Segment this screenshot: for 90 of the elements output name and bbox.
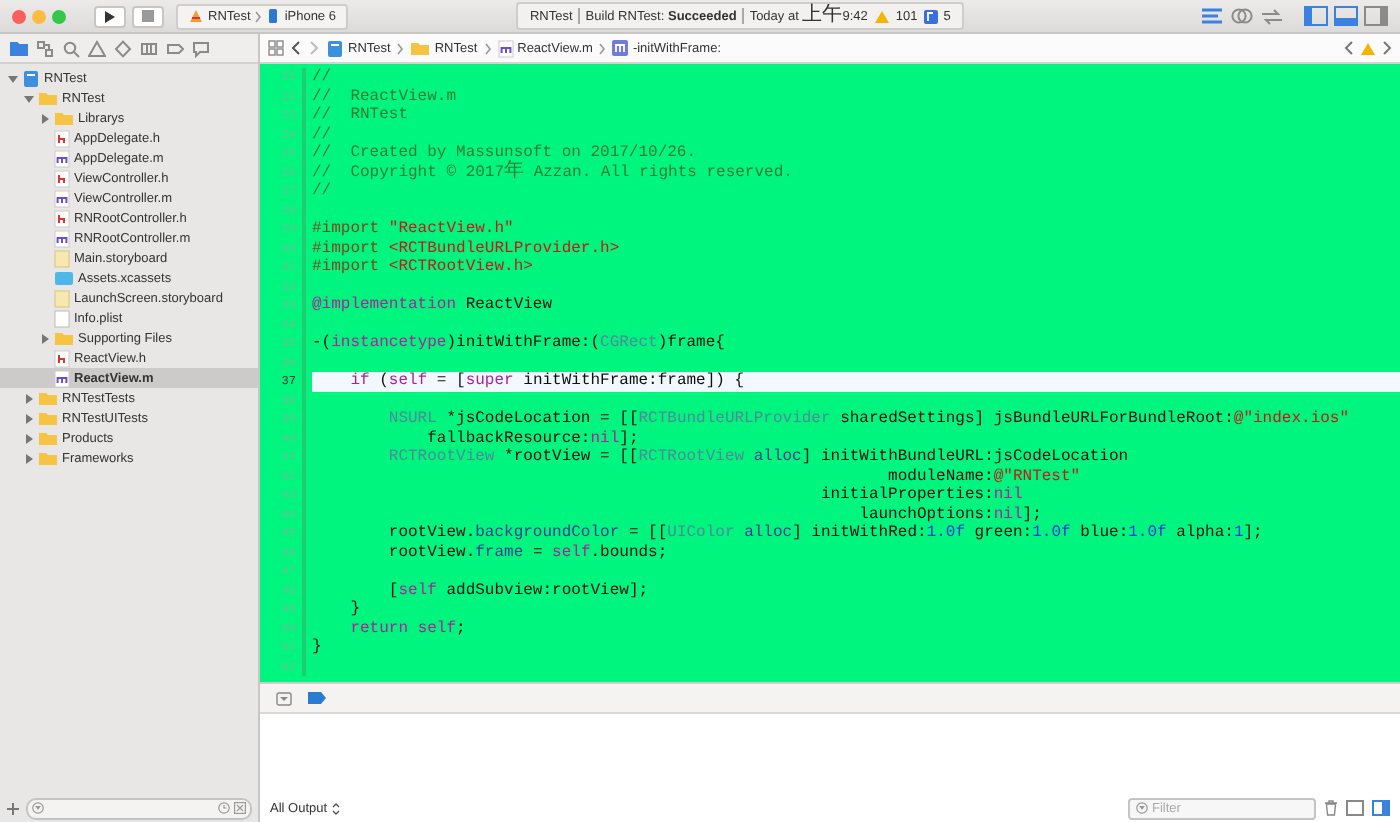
code-line: //: [312, 68, 334, 87]
chevron-right-icon: [254, 9, 263, 23]
next-issue-icon[interactable]: [1382, 40, 1392, 56]
clock-icon[interactable]: [218, 802, 230, 814]
trash-icon[interactable]: [1324, 800, 1338, 816]
code-line: // RNTest: [312, 106, 411, 125]
disclosure-triangle-icon[interactable]: [39, 113, 49, 123]
speech-bubble-icon[interactable]: [192, 39, 210, 57]
search-icon[interactable]: [62, 39, 80, 57]
warning-icon[interactable]: [1360, 41, 1376, 55]
code-line: launchOptions:nil];: [857, 505, 1044, 524]
code-line: fallbackResource:nil];: [425, 429, 641, 448]
source-file-icon: [497, 39, 514, 57]
console-view-toggle-icon[interactable]: [1372, 800, 1390, 816]
code-line: #import "ReactView.h": [312, 220, 516, 239]
utilities-panel-toggle-icon[interactable]: [1364, 6, 1388, 26]
code-line: @implementation ReactView: [312, 296, 555, 315]
source-file-icon: [54, 189, 70, 207]
code-line: }: [312, 638, 324, 657]
debug-panel-toggle-icon[interactable]: [1334, 6, 1358, 26]
storyboard-file-icon: [54, 289, 70, 307]
folder-icon: [54, 330, 74, 346]
chevron-right-icon: [396, 41, 405, 55]
up-down-chevron-icon: [331, 801, 340, 815]
code-line: -(instancetype)initWithFrame:(CGRect)frame{: [312, 334, 727, 353]
run-button[interactable]: [94, 5, 126, 27]
disclosure-triangle-icon[interactable]: [23, 393, 33, 403]
code-line: rootView.backgroundColor = [[UIColor alloc] initWithRed:1.0f green:1.0f blue:1.0f alpha:1];: [386, 524, 1265, 543]
code-line: #import <RCTRootView.h>: [312, 258, 535, 277]
disclosure-triangle-icon[interactable]: [23, 93, 33, 103]
header-file-icon: [54, 209, 70, 227]
tag-icon[interactable]: [166, 39, 184, 57]
code-line: moduleName:@"RNTest": [886, 467, 1083, 486]
hide-debug-area-icon[interactable]: [276, 691, 292, 705]
source-file-icon: [54, 229, 70, 247]
play-icon: [104, 9, 116, 23]
code-line: NSURL *jsCodeLocation = [[RCTBundleURLProvider sharedSettings] jsBundleURLForBundleRoot:@"index.ios": [386, 410, 1352, 429]
warning-icon: [873, 9, 890, 23]
disclosure-triangle-icon[interactable]: [39, 333, 49, 343]
disclosure-triangle-icon[interactable]: [23, 433, 33, 443]
filter-icon: [1136, 802, 1148, 814]
hierarchy-icon[interactable]: [36, 39, 54, 57]
chevron-right-icon: [598, 41, 607, 55]
code-line: [self addSubview:rootView];: [386, 581, 651, 600]
header-file-icon: [54, 169, 70, 187]
disclosure-triangle-icon[interactable]: [23, 413, 33, 423]
assistant-editor-icon[interactable]: [1230, 6, 1254, 26]
source-file-icon: [54, 149, 70, 167]
grid-icon[interactable]: [234, 802, 246, 814]
close-window-button[interactable]: [12, 9, 26, 23]
disclosure-triangle-icon[interactable]: [23, 453, 33, 463]
navigator-panel-toggle-icon[interactable]: [1304, 6, 1328, 26]
breakpoint-icon[interactable]: [308, 692, 326, 704]
grid-icon[interactable]: [268, 40, 284, 56]
code-line: return self;: [348, 619, 468, 638]
version-editor-icon[interactable]: [1260, 6, 1284, 26]
variables-view-toggle-icon[interactable]: [1346, 800, 1364, 816]
asset-catalog-icon: [54, 270, 74, 286]
storyboard-file-icon: [54, 249, 70, 267]
folder-icon: [410, 40, 431, 56]
code-line: // Created by Massunsoft on 2017/10/26.: [312, 144, 699, 162]
chevron-right-icon: [483, 41, 492, 55]
stop-icon: [142, 10, 154, 22]
plus-icon[interactable]: [6, 801, 20, 815]
code-line: rootView.frame = self.bounds;: [386, 543, 670, 562]
source-file-icon: [54, 369, 70, 387]
code-line: initialProperties:nil: [818, 486, 1025, 505]
zoom-window-button[interactable]: [52, 9, 66, 23]
project-icon: [22, 69, 40, 87]
code-line: // ReactView.m: [312, 87, 459, 106]
header-file-icon: [54, 349, 70, 367]
standard-editor-icon[interactable]: [1200, 6, 1224, 26]
folder-icon[interactable]: [10, 39, 28, 57]
warning-icon[interactable]: [88, 39, 106, 57]
code-line: // Copyright © 2017年 Azzan. All rights reserved.: [312, 163, 795, 182]
project-icon: [326, 39, 344, 57]
header-file-icon: [54, 129, 70, 147]
code-line: #import <RCTBundleURLProvider.h>: [312, 239, 622, 258]
filter-icon: [32, 802, 44, 814]
plist-file-icon: [54, 309, 70, 327]
navigator-filter-field[interactable]: [26, 797, 252, 819]
code-line: }: [348, 600, 363, 619]
code-line: //: [312, 182, 334, 201]
disclosure-triangle-icon[interactable]: [7, 73, 17, 83]
previous-issue-icon[interactable]: [1344, 40, 1354, 56]
diamond-icon[interactable]: [114, 39, 132, 57]
phone-icon: [266, 8, 281, 24]
code-line: RCTRootView *rootView = [[RCTRootView alloc] initWithBundleURL:jsCodeLocation: [386, 448, 1131, 467]
code-line: //: [312, 125, 334, 144]
method-icon: [612, 40, 629, 56]
